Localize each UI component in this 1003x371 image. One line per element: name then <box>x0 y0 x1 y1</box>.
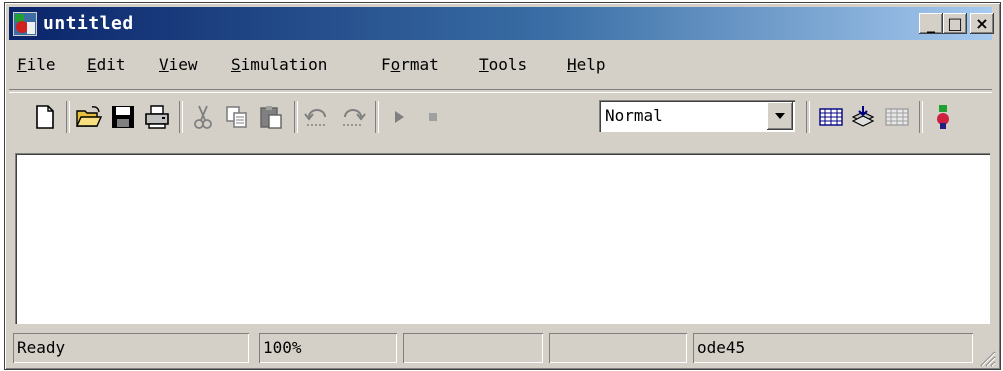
close-button[interactable]: × <box>970 13 994 34</box>
play-icon[interactable] <box>385 103 413 131</box>
toolbar-separator <box>294 101 298 133</box>
menu-view[interactable]: View <box>159 55 198 74</box>
new-file-icon[interactable] <box>31 103 59 131</box>
update-diagram-icon[interactable] <box>883 103 911 131</box>
print-icon[interactable] <box>143 103 171 131</box>
copy-icon[interactable] <box>223 103 251 131</box>
minimize-button[interactable]: _ <box>919 13 943 34</box>
stop-icon[interactable] <box>419 103 447 131</box>
save-icon[interactable] <box>109 103 137 131</box>
build-icon[interactable] <box>849 103 877 131</box>
library-icon[interactable] <box>817 103 845 131</box>
menu-bar: File Edit View Simulation Format Tools H… <box>9 55 989 81</box>
menu-help[interactable]: Help <box>567 55 606 74</box>
menu-simulation[interactable]: Simulation <box>231 55 327 74</box>
undo-icon[interactable] <box>303 103 331 131</box>
paste-icon[interactable] <box>257 103 285 131</box>
toolbar: Normal <box>9 93 992 145</box>
status-pane-4 <box>549 333 687 363</box>
window-title: untitled <box>43 13 134 34</box>
simulation-mode-value: Normal <box>605 106 663 125</box>
maximize-button[interactable]: □ <box>943 13 967 34</box>
redo-icon[interactable] <box>339 103 367 131</box>
menu-tools[interactable]: Tools <box>479 55 527 74</box>
minimize-icon: _ <box>927 14 935 33</box>
toolbar-separator <box>806 101 810 133</box>
status-pane-3 <box>403 333 543 363</box>
menu-format[interactable]: Format <box>381 55 439 74</box>
cut-icon[interactable] <box>189 103 217 131</box>
simulation-mode-dropdown-button[interactable] <box>767 102 793 130</box>
title-bar[interactable]: untitled _ □ × <box>9 7 994 40</box>
maximize-icon: □ <box>947 14 963 33</box>
open-folder-icon[interactable] <box>75 103 103 131</box>
zoom-pane: 100% <box>259 333 397 363</box>
status-text: Ready <box>17 338 66 357</box>
resize-grip-icon[interactable] <box>976 347 996 367</box>
status-bar: Ready 100% ode45 <box>9 331 996 367</box>
simulink-library-icon[interactable] <box>929 103 957 131</box>
solver-pane: ode45 <box>693 333 973 363</box>
status-pane: Ready <box>13 333 249 363</box>
toolbar-separator <box>919 101 923 133</box>
model-canvas[interactable] <box>15 153 990 324</box>
solver-name: ode45 <box>697 338 746 357</box>
menu-edit[interactable]: Edit <box>87 55 126 74</box>
toolbar-separator <box>66 101 70 133</box>
zoom-level: 100% <box>263 338 302 357</box>
close-icon: × <box>975 14 989 33</box>
simulation-mode-select[interactable]: Normal <box>599 100 795 132</box>
chevron-down-icon <box>775 113 785 119</box>
toolbar-separator <box>375 101 379 133</box>
toolbar-separator <box>179 101 183 133</box>
simulink-app-icon <box>13 12 37 36</box>
application-window: untitled _ □ × File Edit View Simulation… <box>4 2 1001 370</box>
menu-file[interactable]: File <box>17 55 56 74</box>
